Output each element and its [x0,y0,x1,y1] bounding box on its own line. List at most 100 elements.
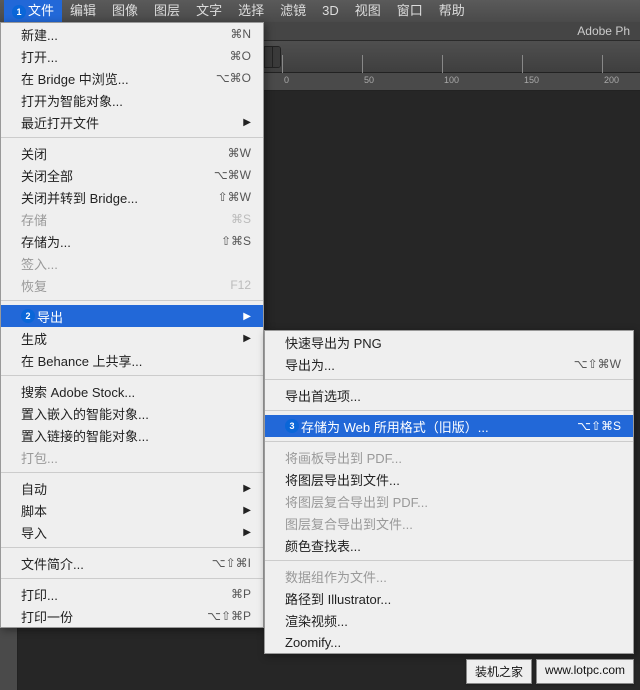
menu-item-label: 恢复 [21,276,206,295]
export-submenu: 快速导出为 PNG 导出为... ⌥⇧⌘W 导出首选项... 3存储为 Web 所用格式… [264,330,634,654]
menu-item: 打包... [1,446,263,468]
menu-item: 恢复F12 [1,274,263,296]
menu-item[interactable]: 2导出▶ [1,305,263,327]
menu-help[interactable]: 帮助 [431,0,473,22]
menu-item-label: 导出 [37,307,225,326]
submenu-arrow-icon: ▶ [243,505,251,516]
menu-item[interactable]: 打印一份 ⌥⇧⌘P [1,605,263,627]
menu-view[interactable]: 视图 [347,0,389,22]
menu-item-label: 导入 [21,523,225,542]
menu-item-label: 自动 [21,479,225,498]
menu-item-label: 关闭并转到 Bridge... [21,188,194,207]
menu-item[interactable]: 在 Bridge 中浏览... ⌥⌘O [1,67,263,89]
menu-item: 签入... [1,252,263,274]
menu-item-label: 签入... [21,254,251,273]
menu-item-shortcut: ⌥⌘W [214,168,251,182]
file-menu: 新建... ⌘N 打开... ⌘O 在 Bridge 中浏览... ⌥⌘O 打开为智能对象.… [0,22,264,628]
menu-item-label: 关闭全部 [21,166,190,185]
watermark-text-b: www.lotpc.com [536,659,634,684]
menubar: 1文件 编辑 图像 图层 文字 选择 滤镜 3D 视图 窗口 帮助 [0,0,640,22]
menu-item-label: 渲染视频... [285,611,621,630]
watermark-text-a: 装机之家 [466,659,532,684]
menu-item-shortcut: ⌥⇧⌘P [207,609,251,623]
menu-3d[interactable]: 3D [314,0,347,22]
menu-item[interactable]: 在 Behance 上共享... [1,349,263,371]
menu-edit[interactable]: 编辑 [62,0,104,22]
menu-item-label: 快速导出为 PNG [285,333,621,352]
menu-item-shortcut: ⌘W [228,146,251,160]
menu-item-label: 将图层复合导出到 PDF... [285,492,621,511]
menu-item-label: 打开... [21,47,206,66]
menu-item-shortcut: ⌘O [230,49,251,63]
menu-image[interactable]: 图像 [104,0,146,22]
menu-item[interactable]: 颜色查找表... [265,534,633,556]
menu-item-shortcut: ⌘S [231,212,251,226]
menu-item-label: 在 Bridge 中浏览... [21,69,192,88]
menu-item-shortcut: ⇧⌘W [218,190,251,204]
annotation-marker: 2 [21,309,35,323]
menu-item-label: 存储为... [21,232,197,251]
menu-item-label: 置入链接的智能对象... [21,426,251,445]
menu-select[interactable]: 选择 [230,0,272,22]
menu-type[interactable]: 文字 [188,0,230,22]
menu-item[interactable]: 快速导出为 PNG [265,331,633,353]
menu-item-label: 打印... [21,585,207,604]
menu-item[interactable]: 将图层导出到文件... [265,468,633,490]
menu-item[interactable]: 搜索 Adobe Stock... [1,380,263,402]
menu-item-label: 新建... [21,25,206,44]
menu-item[interactable]: 3存储为 Web 所用格式（旧版）...⌥⇧⌘S [265,415,633,437]
annotation-marker: 3 [285,419,299,433]
menu-item[interactable]: 置入嵌入的智能对象... [1,402,263,424]
menu-item[interactable]: 脚本 ▶ [1,499,263,521]
menu-item[interactable]: 自动 ▶ [1,477,263,499]
menu-item[interactable]: 导入 ▶ [1,521,263,543]
submenu-arrow-icon: ▶ [243,483,251,494]
menu-item-label: 最近打开文件 [21,113,225,132]
menu-item-label: 在 Behance 上共享... [21,351,251,370]
menu-item-shortcut: ⌥⌘O [216,71,251,85]
menu-item[interactable]: 关闭并转到 Bridge... ⇧⌘W [1,186,263,208]
menu-item[interactable]: 打开为智能对象... [1,89,263,111]
menu-item-label: 打印一份 [21,607,183,626]
menu-item[interactable]: 置入链接的智能对象... [1,424,263,446]
menu-item[interactable]: 导出为... ⌥⇧⌘W [265,353,633,375]
menu-filter[interactable]: 滤镜 [272,0,314,22]
menu-item-label: 存储 [21,210,207,229]
menu-item-label: 生成 [21,329,225,348]
menu-item-label: 导出为... [285,355,550,374]
menu-item[interactable]: Zoomify... [265,631,633,653]
menu-item-label: 脚本 [21,501,225,520]
menu-item[interactable]: 打印...⌘P [1,583,263,605]
menu-item-shortcut: ⌥⇧⌘W [574,357,621,371]
menu-item: 图层复合导出到文件... [265,512,633,534]
menu-item[interactable]: 新建... ⌘N [1,23,263,45]
menu-item[interactable]: 导出首选项... [265,384,633,406]
menu-item[interactable]: 路径到 Illustrator... [265,587,633,609]
menu-item-label: 关闭 [21,144,204,163]
menu-item-shortcut: ⇧⌘S [221,234,251,248]
submenu-arrow-icon: ▶ [243,527,251,538]
menu-item-label: 置入嵌入的智能对象... [21,404,251,423]
menu-item-shortcut: ⌘N [230,27,251,41]
menu-item: 存储 ⌘S [1,208,263,230]
menu-item: 数据组作为文件... [265,565,633,587]
menu-item[interactable]: 关闭全部 ⌥⌘W [1,164,263,186]
menu-file[interactable]: 1文件 [4,0,62,22]
menu-item[interactable]: 存储为... ⇧⌘S [1,230,263,252]
menu-item-label: 图层复合导出到文件... [285,514,621,533]
menu-item[interactable]: 生成▶ [1,327,263,349]
menu-item[interactable]: 最近打开文件▶ [1,111,263,133]
menu-item[interactable]: 文件简介...⌥⇧⌘I [1,552,263,574]
menu-item[interactable]: 关闭 ⌘W [1,142,263,164]
menu-item[interactable]: 打开... ⌘O [1,45,263,67]
menu-layer[interactable]: 图层 [146,0,188,22]
menu-item-label: Zoomify... [285,635,621,650]
menu-item: 将画板导出到 PDF... [265,446,633,468]
menu-item-shortcut: ⌥⇧⌘S [577,419,621,433]
menu-item-label: 将画板导出到 PDF... [285,448,621,467]
menu-item-label: 打开为智能对象... [21,91,251,110]
menu-item-label: 路径到 Illustrator... [285,589,621,608]
menu-item-label: 搜索 Adobe Stock... [21,382,251,401]
menu-window[interactable]: 窗口 [389,0,431,22]
menu-item[interactable]: 渲染视频... [265,609,633,631]
